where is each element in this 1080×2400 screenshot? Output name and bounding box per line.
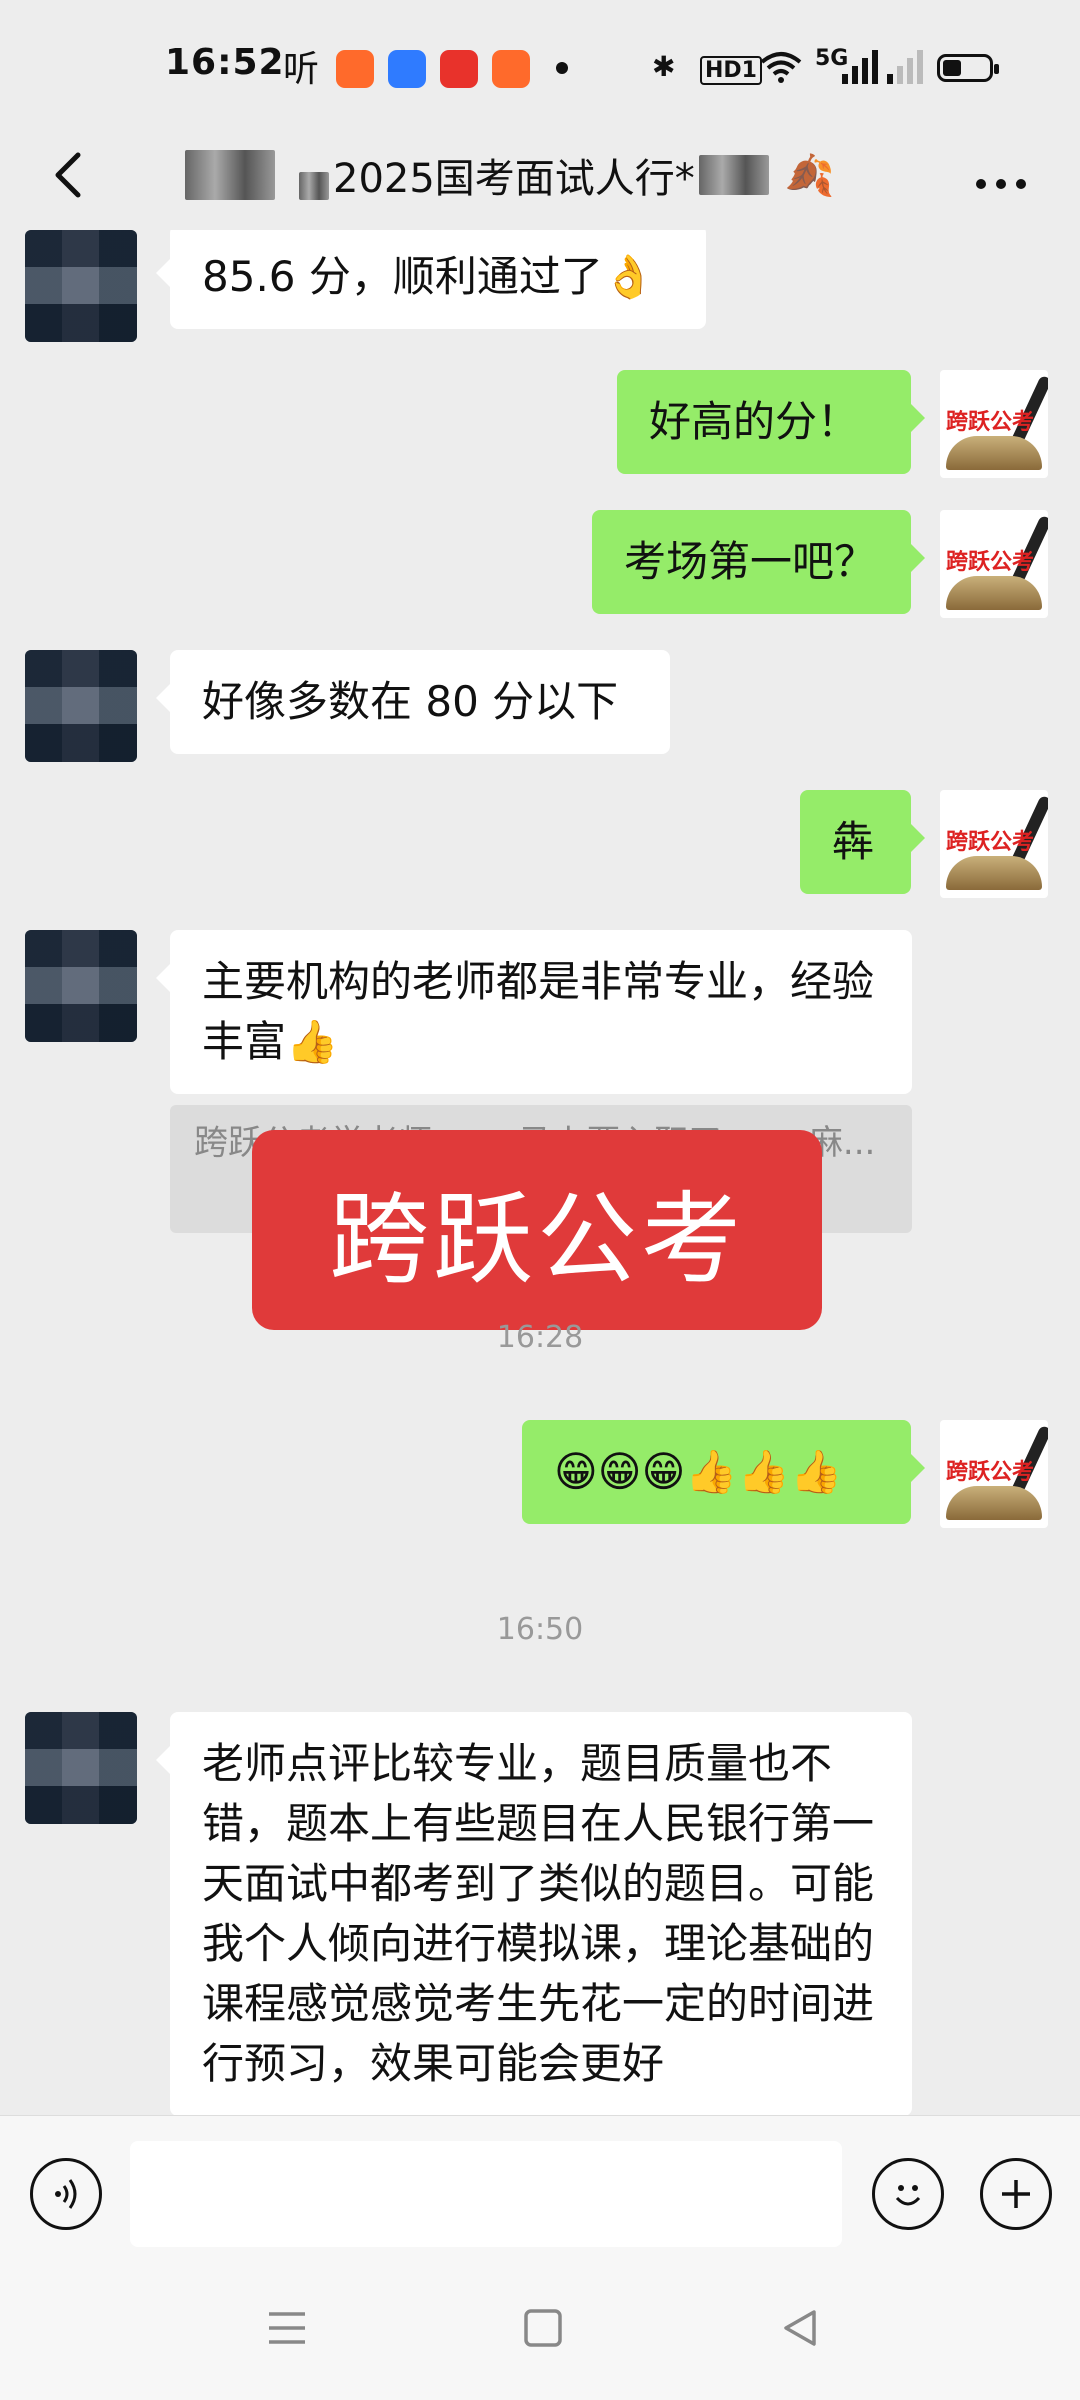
message-bubble-incoming[interactable]: 主要机构的老师都是非常专业，经验丰富👍: [156, 930, 912, 1094]
more-notifications-dot: [556, 62, 568, 74]
message-bubble-incoming[interactable]: 老师点评比较专业，题目质量也不错，题本上有些题目在人民银行第一天面试中都考到了类…: [156, 1712, 912, 2115]
voice-icon[interactable]: [30, 2158, 102, 2230]
brand-avatar-label: 跨跃公考: [946, 410, 1035, 435]
message-bubble-outgoing[interactable]: 😁😁😁👍👍👍: [522, 1420, 925, 1524]
hd-icon: HD1: [700, 56, 762, 85]
message-bubble-outgoing[interactable]: 考场第一吧？: [592, 510, 925, 614]
chat-message-list[interactable]: 85.6 分，顺利通过了👌 好高的分！ 跨跃公考 考场第一吧？ 跨跃公考 好像多…: [0, 230, 1080, 2115]
notification-app-icon: [336, 50, 374, 88]
contact-avatar[interactable]: [25, 930, 137, 1042]
brand-watermark: 跨跃公考: [252, 1130, 822, 1330]
more-dots-icon[interactable]: [975, 172, 1027, 190]
notification-app-icon: [388, 50, 426, 88]
brand-avatar-label: 跨跃公考: [946, 830, 1035, 855]
brand-avatar[interactable]: 跨跃公考: [940, 370, 1048, 478]
status-time: 16:52: [165, 42, 285, 83]
brand-avatar-label: 跨跃公考: [946, 1460, 1035, 1485]
home-nav-icon[interactable]: [523, 2308, 563, 2359]
toutiao-app-icon: [440, 50, 478, 88]
signal-icon: [840, 50, 880, 91]
system-nav-bar: [0, 2270, 1080, 2400]
contact-avatar[interactable]: [25, 230, 137, 342]
bluetooth-icon: ✱: [652, 50, 676, 83]
ting-app-icon: 听: [283, 49, 320, 90]
message-bubble-outgoing[interactable]: 好高的分！: [617, 370, 925, 474]
book-icon: [946, 436, 1042, 470]
message-timestamp: 16:28: [496, 1320, 584, 1355]
leaf-icon: 🍂: [784, 152, 835, 199]
chevron-left-icon[interactable]: [40, 145, 100, 205]
brand-avatar[interactable]: 跨跃公考: [940, 1420, 1048, 1528]
emoji-icon[interactable]: [872, 2158, 944, 2230]
battery-icon: [937, 54, 999, 82]
message-timestamp: 16:50: [496, 1612, 584, 1647]
notification-app-icon: [492, 50, 530, 88]
chat-title-text: 2025国考面试人行*: [333, 156, 695, 202]
redacted-block: [698, 155, 769, 195]
message-bubble-incoming[interactable]: 85.6 分，顺利通过了👌: [156, 230, 706, 329]
plus-icon[interactable]: [980, 2158, 1052, 2230]
book-icon: [946, 1486, 1042, 1520]
back-nav-icon[interactable]: [780, 2308, 820, 2359]
chat-header: 2025国考面试人行* 🍂: [0, 120, 1080, 230]
battery-level: [943, 60, 961, 76]
book-icon: [946, 576, 1042, 610]
wifi-icon: [760, 50, 802, 91]
message-bubble-outgoing[interactable]: 犇: [800, 790, 925, 894]
book-icon: [946, 856, 1042, 890]
message-input[interactable]: [130, 2141, 842, 2247]
menu-nav-icon[interactable]: [265, 2308, 309, 2359]
brand-avatar[interactable]: 跨跃公考: [940, 790, 1048, 898]
contact-avatar[interactable]: [25, 1712, 137, 1824]
brand-avatar-label: 跨跃公考: [946, 550, 1035, 575]
message-bubble-incoming[interactable]: 好像多数在 80 分以下: [156, 650, 670, 754]
chat-title: 2025国考面试人行* 🍂: [185, 145, 835, 205]
redacted-block: [185, 150, 275, 200]
signal-2-icon: [885, 50, 925, 91]
status-bar: 16:52 听 ✱ HD1 5G: [0, 0, 1080, 130]
brand-avatar[interactable]: 跨跃公考: [940, 510, 1048, 618]
redacted-block: [299, 172, 329, 200]
message-input-bar: [0, 2115, 1080, 2271]
contact-avatar[interactable]: [25, 650, 137, 762]
